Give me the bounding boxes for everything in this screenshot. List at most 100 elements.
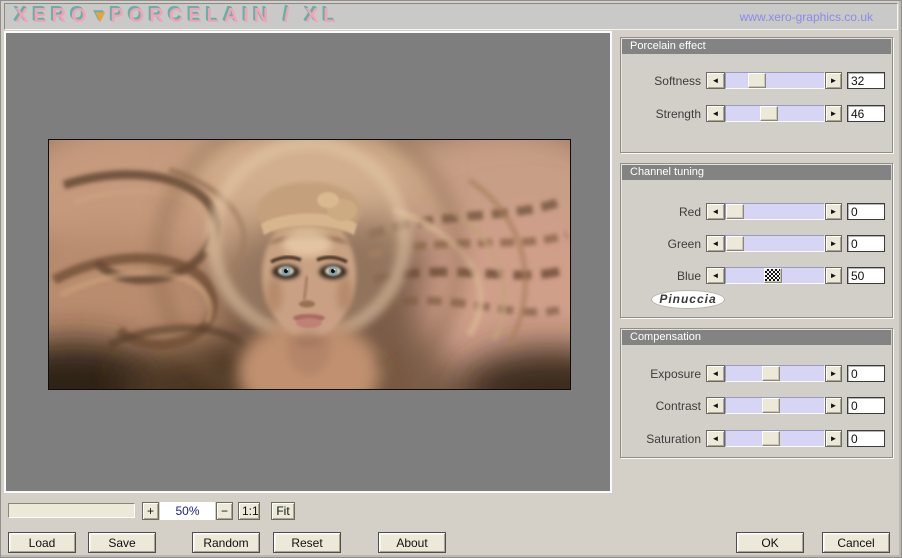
saturation-slider-thumb[interactable] — [762, 431, 780, 446]
blue-slider-thumb[interactable] — [763, 268, 782, 283]
arrow-right-icon: ► — [829, 207, 838, 216]
red-slider-thumb[interactable] — [726, 204, 744, 219]
red-increase-button[interactable]: ► — [825, 203, 842, 220]
slider-label-softness: Softness — [654, 74, 701, 88]
red-slider-track[interactable] — [725, 203, 825, 220]
arrow-right-icon: ► — [829, 401, 838, 410]
app-logo: XERO▼PORCELAIN / XL — [15, 5, 341, 28]
softness-value-input[interactable] — [847, 72, 885, 89]
slider-label-saturation: Saturation — [646, 432, 701, 446]
slider-label-contrast: Contrast — [655, 399, 701, 413]
arrow-left-icon: ◄ — [711, 434, 720, 443]
contrast-decrease-button[interactable]: ◄ — [706, 397, 725, 414]
saturation-increase-button[interactable]: ► — [825, 430, 842, 447]
arrow-left-icon: ◄ — [711, 239, 720, 248]
zoom-level-display: 50% — [160, 502, 215, 520]
slider-label-green: Green — [667, 237, 701, 251]
slider-label-exposure: Exposure — [650, 367, 701, 381]
green-slider-thumb[interactable] — [726, 236, 744, 251]
saturation-value-input[interactable] — [847, 430, 885, 447]
contrast-value-input[interactable] — [847, 397, 885, 414]
green-increase-button[interactable]: ► — [825, 235, 842, 252]
contrast-slider-track[interactable] — [725, 397, 825, 414]
section-title: Channel tuning — [622, 165, 891, 180]
website-link[interactable]: www.xero-graphics.co.uk — [740, 10, 873, 24]
section-title: Porcelain effect — [622, 39, 891, 54]
exposure-decrease-button[interactable]: ◄ — [706, 365, 725, 382]
slider-row-softness: Softness ◄ ► — [621, 72, 892, 89]
section-compensation: Compensation Exposure ◄ ► Contrast ◄ ► S… — [620, 328, 893, 458]
contrast-increase-button[interactable]: ► — [825, 397, 842, 414]
strength-slider-track[interactable] — [725, 105, 825, 122]
ok-button[interactable]: OK — [736, 532, 804, 553]
arrow-left-icon: ◄ — [711, 401, 720, 410]
strength-slider-thumb[interactable] — [760, 106, 779, 121]
slider-row-blue: Blue ◄ ► — [621, 267, 892, 284]
triangle-icon: ▼ — [91, 7, 111, 26]
green-value-input[interactable] — [847, 235, 885, 252]
exposure-value-input[interactable] — [847, 365, 885, 382]
one-to-one-button[interactable]: 1:1 — [238, 502, 260, 520]
blue-value-input[interactable] — [847, 267, 885, 284]
arrow-left-icon: ◄ — [711, 109, 720, 118]
contrast-slider-thumb[interactable] — [762, 398, 780, 413]
blue-decrease-button[interactable]: ◄ — [706, 267, 725, 284]
arrow-left-icon: ◄ — [711, 271, 720, 280]
arrow-right-icon: ► — [829, 239, 838, 248]
slider-row-contrast: Contrast ◄ ► — [621, 397, 892, 414]
green-slider-track[interactable] — [725, 235, 825, 252]
exposure-slider-thumb[interactable] — [762, 366, 780, 381]
arrow-right-icon: ► — [829, 271, 838, 280]
plugin-dialog: { "titlebar": { "logo_xero": "XERO", "lo… — [0, 0, 902, 558]
red-decrease-button[interactable]: ◄ — [706, 203, 725, 220]
softness-increase-button[interactable]: ► — [825, 72, 842, 89]
fit-button[interactable]: Fit — [271, 502, 295, 520]
progress-bar — [8, 503, 135, 518]
artwork — [49, 140, 570, 389]
zoom-in-button[interactable]: + — [142, 502, 159, 520]
exposure-slider-track[interactable] — [725, 365, 825, 382]
red-value-input[interactable] — [847, 203, 885, 220]
slider-row-red: Red ◄ ► — [621, 203, 892, 220]
title-bar: XERO▼PORCELAIN / XL www.xero-graphics.co… — [4, 3, 898, 30]
softness-decrease-button[interactable]: ◄ — [706, 72, 725, 89]
softness-slider-thumb[interactable] — [748, 73, 767, 88]
load-button[interactable]: Load — [8, 532, 76, 553]
green-decrease-button[interactable]: ◄ — [706, 235, 725, 252]
section-porcelain-effect: Porcelain effect Softness ◄ ► Strength ◄… — [620, 37, 893, 153]
softness-slider-track[interactable] — [725, 72, 825, 89]
slider-row-green: Green ◄ ► — [621, 235, 892, 252]
arrow-left-icon: ◄ — [711, 369, 720, 378]
random-button[interactable]: Random — [192, 532, 260, 553]
blue-slider-track[interactable] — [725, 267, 825, 284]
strength-increase-button[interactable]: ► — [825, 105, 842, 122]
logo-xero-text: XERO — [15, 5, 92, 27]
section-title: Compensation — [622, 330, 891, 345]
saturation-decrease-button[interactable]: ◄ — [706, 430, 725, 447]
about-button[interactable]: About — [378, 532, 446, 553]
slider-label-blue: Blue — [676, 269, 701, 283]
pinuccia-watermark: Pinuccia — [651, 290, 725, 309]
arrow-right-icon: ► — [829, 434, 838, 443]
arrow-left-icon: ◄ — [711, 207, 720, 216]
cancel-button[interactable]: Cancel — [822, 532, 890, 553]
saturation-slider-track[interactable] — [725, 430, 825, 447]
exposure-increase-button[interactable]: ► — [825, 365, 842, 382]
save-button[interactable]: Save — [88, 532, 156, 553]
strength-value-input[interactable] — [847, 105, 885, 122]
arrow-left-icon: ◄ — [711, 76, 720, 85]
strength-decrease-button[interactable]: ◄ — [706, 105, 725, 122]
preview-canvas[interactable] — [4, 31, 612, 493]
section-channel-tuning: Channel tuning Red ◄ ► Green ◄ ► Blue ◄ … — [620, 163, 893, 318]
arrow-right-icon: ► — [829, 76, 838, 85]
slider-row-saturation: Saturation ◄ ► — [621, 430, 892, 447]
preview-image — [48, 139, 571, 390]
slider-label-red: Red — [678, 205, 701, 219]
blue-increase-button[interactable]: ► — [825, 267, 842, 284]
arrow-right-icon: ► — [829, 369, 838, 378]
reset-button[interactable]: Reset — [273, 532, 341, 553]
zoom-out-button[interactable]: − — [216, 502, 233, 520]
logo-porcelain-text: PORCELAIN / XL — [110, 5, 341, 27]
slider-label-strength: Strength — [655, 107, 701, 121]
arrow-right-icon: ► — [829, 109, 838, 118]
